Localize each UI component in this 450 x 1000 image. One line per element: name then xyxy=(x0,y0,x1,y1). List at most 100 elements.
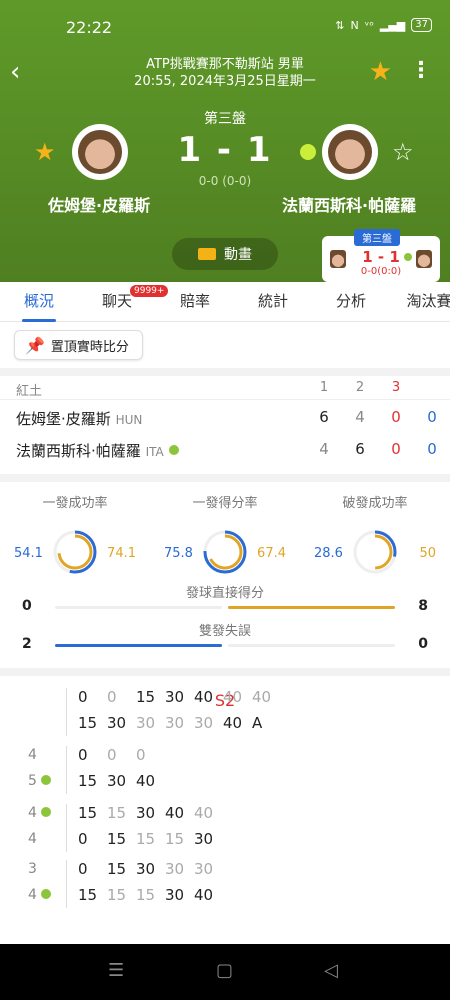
volte-icon: ᵛᵒ xyxy=(364,18,374,32)
serve-check-icon xyxy=(40,775,51,785)
player1-avatar[interactable] xyxy=(72,124,128,180)
system-nav-bar: ☰ ▢ ◁ xyxy=(0,944,450,1000)
stat-ring xyxy=(203,530,247,574)
tab-bar: 概況 聊天 9999+ 賠率 統計 分析 淘汰賽 xyxy=(0,282,450,322)
pbp-point: 30 xyxy=(107,714,127,732)
tab-chat[interactable]: 聊天 9999+ xyxy=(78,282,169,321)
pbp-point: 0 xyxy=(107,688,117,706)
player2-favorite-icon[interactable]: ☆ xyxy=(392,138,414,166)
menu-nav-icon[interactable]: ☰ xyxy=(108,960,124,981)
player2-avatar[interactable] xyxy=(322,124,378,180)
pbp-point-line: 0 0 15 30 40 40 40 xyxy=(78,684,281,710)
bar-fill xyxy=(228,606,395,609)
tab-knockout[interactable]: 淘汰賽 xyxy=(390,282,450,321)
stat-title: 雙發失誤 xyxy=(198,624,251,639)
divider xyxy=(0,474,450,482)
tab-label: 聊天 xyxy=(101,292,132,310)
favorite-star-icon[interactable]: ★ xyxy=(369,58,392,86)
mini-serve-icon xyxy=(404,253,412,261)
pbp-points: 0 0 0 15 30 40 xyxy=(78,742,165,794)
pbp-points: 0 0 15 30 40 40 40 15 30 30 30 30 40 A xyxy=(78,684,281,736)
tab-overview[interactable]: 概況 xyxy=(0,282,78,322)
pbp-point: 40 xyxy=(136,772,156,790)
stat-left: 54.1 xyxy=(14,546,43,561)
set-score: 6 xyxy=(319,408,329,426)
stats-panel: 一發成功率 54.1 74.1 一發得分率 75.8 67.4 破發成功率 28… xyxy=(0,484,450,660)
mini-player2-avatar xyxy=(416,250,432,268)
set-header: 3 xyxy=(391,380,401,395)
tab-label: 賠率 xyxy=(179,292,210,310)
set-score: 0 xyxy=(391,408,401,426)
pbp-point: 40 xyxy=(223,688,243,706)
pbp-game-count-text: 4 xyxy=(28,887,37,903)
tab-label: 概況 xyxy=(23,292,54,310)
pbp-point-line: 0 15 15 15 30 xyxy=(78,826,223,852)
status-icons: ⇅ N ᵛᵒ ▂▄▆ 37 xyxy=(335,18,432,32)
stat-double-faults: 雙發失誤 2 0 xyxy=(0,620,450,660)
pbp-point-line: 0 15 30 30 30 xyxy=(78,856,223,882)
point-score: 0 xyxy=(427,408,437,426)
pbp-point: 15 xyxy=(136,830,156,848)
tab-analysis[interactable]: 分析 xyxy=(312,282,390,321)
nation: ITA xyxy=(145,445,164,459)
pbp-point: 0 xyxy=(78,688,88,706)
player1-favorite-icon[interactable]: ★ xyxy=(34,138,56,166)
pbp-point: 0 xyxy=(136,746,146,764)
pbp-point: 15 xyxy=(136,688,156,706)
more-options-icon[interactable]: ⋮ xyxy=(410,60,432,82)
set-header: 1 xyxy=(319,380,329,395)
set-score: 0 xyxy=(391,440,401,458)
tab-stats[interactable]: 統計 xyxy=(234,282,312,321)
network-speed-icon: ⇅ xyxy=(335,18,345,32)
pbp-point: 0 xyxy=(107,746,117,764)
pbp-games: 34 xyxy=(28,856,58,908)
bar-fill xyxy=(55,644,222,647)
stat-ring xyxy=(53,530,97,574)
pbp-points: 0 15 30 30 30 15 15 15 30 40 xyxy=(78,856,223,908)
tab-odds[interactable]: 賠率 xyxy=(156,282,234,321)
player1-name[interactable]: 佐姆堡·皮羅斯 xyxy=(48,192,150,216)
pbp-point: 0 xyxy=(78,746,88,764)
status-bar: 22:22 ⇅ N ᵛᵒ ▂▄▆ 37 xyxy=(0,0,450,52)
point-score: 0 xyxy=(427,440,437,458)
scoreboard-header: 紅土 1 2 3 xyxy=(0,376,450,400)
pbp-game-count: 4 xyxy=(28,742,58,768)
tab-label: 統計 xyxy=(257,292,288,310)
stat-left: 2 xyxy=(22,636,32,652)
bar-right xyxy=(228,644,395,647)
pbp-point: 15 xyxy=(78,772,98,790)
stat-right: 67.4 xyxy=(257,546,286,561)
pbp-point: 0 xyxy=(78,830,88,848)
floating-score-card[interactable]: 第三盤 1 - 1 0-0(0:0) xyxy=(322,229,440,282)
stat-break-points: 破發成功率 28.6 50 xyxy=(300,492,450,574)
pbp-point-line: 15 30 30 30 30 40 A xyxy=(78,710,281,736)
stat-title: 破發成功率 xyxy=(342,496,408,511)
pbp-point: 30 xyxy=(194,714,214,732)
pbp-points: 15 15 30 40 40 0 15 15 15 30 xyxy=(78,800,223,852)
set-score: 1 - 1 xyxy=(177,130,273,170)
pbp-game-count: 4 xyxy=(28,882,58,908)
stat-title: 一發成功率 xyxy=(42,496,108,511)
stat-first-serve-won: 一發得分率 75.8 67.4 xyxy=(150,492,300,574)
pbp-point: 40 xyxy=(165,804,185,822)
pin-live-score-button[interactable]: 📌 置頂實時比分 xyxy=(14,330,143,360)
pbp-games: 44 xyxy=(28,800,58,852)
signal-icon: ▂▄▆ xyxy=(379,18,406,32)
stat-right: 8 xyxy=(418,598,428,614)
pbp-game-count-text: 4 xyxy=(28,831,37,847)
top-nav: ‹ ATP挑戰賽那不勒斯站 男單 20:55, 2024年3月25日星期一 ★ … xyxy=(0,56,450,96)
animation-button[interactable]: 動畫 xyxy=(172,238,278,270)
point-by-point: S2 0 0 15 30 40 40 40 15 30 30 30 30 40 A 4 5 0 0 0 15 30 40 4… xyxy=(0,684,450,908)
pbp-point: 0 xyxy=(78,860,88,878)
stat-title: 發球直接得分 xyxy=(185,586,264,601)
stat-ring xyxy=(353,530,397,574)
player-name: 法蘭西斯科·帕薩羅 ITA xyxy=(16,440,179,461)
pbp-divider xyxy=(66,804,67,852)
back-nav-icon[interactable]: ◁ xyxy=(324,960,338,981)
set-score: 4 xyxy=(319,440,329,458)
pbp-point: 15 xyxy=(107,830,127,848)
player2-name[interactable]: 法蘭西斯科·帕薩羅 xyxy=(282,192,416,216)
home-nav-icon[interactable]: ▢ xyxy=(216,960,233,981)
pbp-game-count-text: 3 xyxy=(28,861,37,877)
pbp-point-line: 15 30 40 xyxy=(78,768,165,794)
